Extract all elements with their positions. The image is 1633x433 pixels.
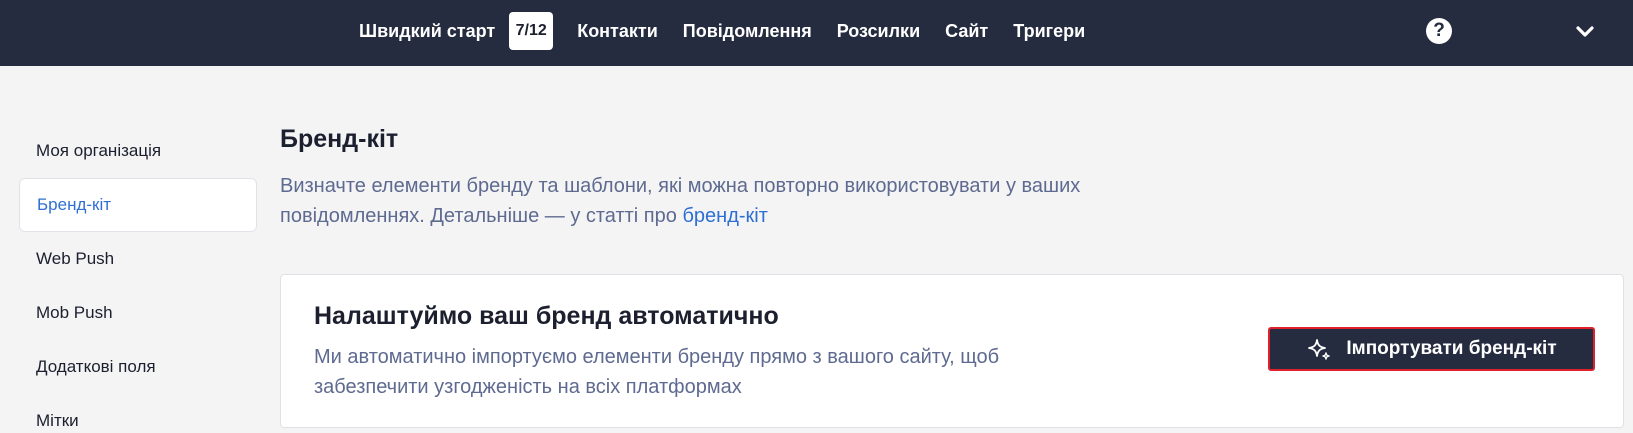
nav-triggers[interactable]: Тригери xyxy=(1013,21,1085,42)
chevron-down-icon[interactable] xyxy=(1574,20,1596,42)
nav-contacts[interactable]: Контакти xyxy=(577,21,658,42)
import-brand-kit-label: Імпортувати бренд-кіт xyxy=(1346,338,1557,359)
page-title: Бренд-кіт xyxy=(280,125,399,153)
help-icon[interactable]: ? xyxy=(1426,18,1452,44)
sidebar-item-custom-fields[interactable]: Додаткові поля xyxy=(19,340,257,394)
top-navigation-bar: Швидкий старт 7/12 Контакти Повідомлення… xyxy=(0,0,1633,66)
import-brand-kit-button[interactable]: Імпортувати бренд-кіт xyxy=(1268,327,1595,371)
card-description-line-1: Ми автоматично імпортуємо елементи бренд… xyxy=(314,346,1000,368)
page-description-line-1: Визначте елементи бренду та шаблони, які… xyxy=(280,175,1081,197)
nav-site[interactable]: Сайт xyxy=(945,21,988,42)
nav-quick-start[interactable]: Швидкий старт xyxy=(359,21,495,42)
card-description: Ми автоматично імпортуємо елементи бренд… xyxy=(314,342,1074,402)
quick-start-progress-badge[interactable]: 7/12 xyxy=(509,12,554,50)
nav-campaigns[interactable]: Розсилки xyxy=(837,21,920,42)
page-description-text: повідомленнях. Детальніше — у статті про xyxy=(280,205,683,227)
page-description-line-2: повідомленнях. Детальніше — у статті про… xyxy=(280,201,1180,231)
card-title: Налаштуймо ваш бренд автоматично xyxy=(314,302,779,330)
sidebar-item-brand-kit[interactable]: Бренд-кіт xyxy=(19,178,257,232)
auto-brand-card: Налаштуймо ваш бренд автоматично Ми авто… xyxy=(280,274,1624,428)
nav-messages[interactable]: Повідомлення xyxy=(683,21,812,42)
sidebar-item-mob-push[interactable]: Mob Push xyxy=(19,286,257,340)
card-description-line-2: забезпечити узгодженість на всіх платфор… xyxy=(314,376,742,398)
sparkle-icon xyxy=(1306,336,1332,362)
sidebar-item-my-organization[interactable]: Моя організація xyxy=(19,124,257,178)
brand-kit-article-link[interactable]: бренд-кіт xyxy=(682,205,767,227)
sidebar-item-tags[interactable]: Мітки xyxy=(19,394,257,433)
settings-sidebar: Моя організація Бренд-кіт Web Push Mob P… xyxy=(19,124,257,433)
page-description: Визначте елементи бренду та шаблони, які… xyxy=(280,171,1180,231)
main-nav: Швидкий старт 7/12 Контакти Повідомлення… xyxy=(359,0,1110,62)
sidebar-item-web-push[interactable]: Web Push xyxy=(19,232,257,286)
